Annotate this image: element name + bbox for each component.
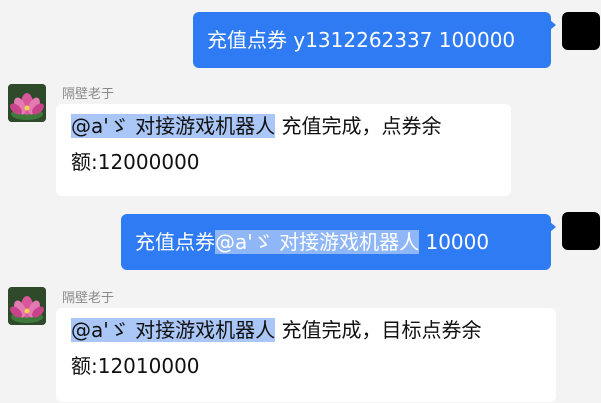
incoming-message-bubble[interactable]: @a'ゞ 对接游戏机器人 充值完成，目标点券余 额:12010000	[56, 308, 556, 402]
sender-avatar[interactable]	[8, 287, 46, 325]
message-text: 充值点券 y1312262337 100000	[207, 28, 516, 52]
sender-name: 隔壁老于	[62, 291, 115, 306]
self-avatar[interactable]	[562, 212, 600, 250]
message-text: 充值完成，目标点券余	[275, 318, 482, 342]
message-line-2: 额:12010000	[71, 354, 200, 378]
sender-name: 隔壁老于	[62, 87, 115, 102]
message-text: 10000	[419, 230, 490, 254]
sender-avatar[interactable]	[8, 84, 46, 122]
outgoing-message-bubble[interactable]: 充值点券 y1312262337 100000	[193, 12, 556, 68]
lotus-flower-icon	[8, 287, 46, 325]
outgoing-message-bubble[interactable]: 充值点券@a'ゞ 对接游戏机器人 10000	[121, 214, 556, 270]
lotus-flower-icon	[8, 84, 46, 122]
self-avatar[interactable]	[562, 12, 600, 50]
message-line-1: @a'ゞ 对接游戏机器人 充值完成，点券余	[71, 106, 496, 146]
message-line-2: 额:12000000	[71, 150, 200, 174]
mention-tag[interactable]: @a'ゞ 对接游戏机器人	[71, 114, 276, 138]
mention-tag[interactable]: @a'ゞ 对接游戏机器人	[71, 318, 276, 342]
message-text: 充值点券	[135, 230, 215, 254]
mention-tag[interactable]: @a'ゞ 对接游戏机器人	[215, 230, 420, 254]
message-text: 充值完成，点券余	[275, 114, 442, 138]
incoming-message-bubble[interactable]: @a'ゞ 对接游戏机器人 充值完成，点券余 额:12000000	[56, 104, 511, 196]
message-line-1: @a'ゞ 对接游戏机器人 充值完成，目标点券余	[71, 310, 541, 350]
